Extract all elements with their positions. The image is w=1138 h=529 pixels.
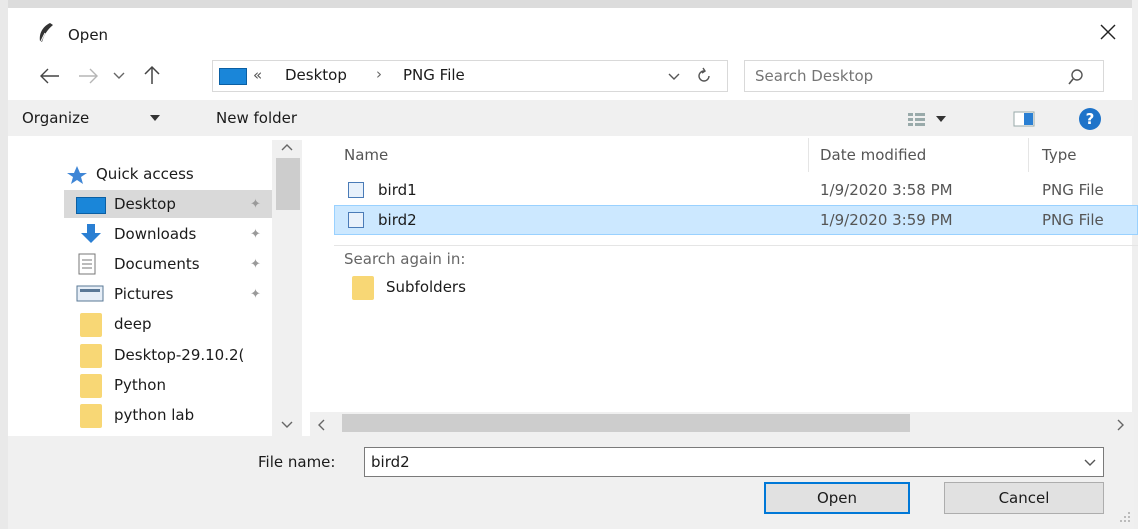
breadcrumb-separator-icon[interactable]: › [376,65,382,83]
breadcrumb-desktop[interactable]: Desktop [285,66,347,84]
file-name-label: File name: [258,453,336,471]
folder-icon [80,313,102,337]
address-bar[interactable]: « Desktop › PNG File [212,60,728,92]
desktop-icon [76,197,106,214]
pin-icon: ✦ [250,257,261,272]
folder-icon [80,374,102,398]
scroll-right-icon[interactable] [1116,418,1126,432]
download-icon [81,224,101,243]
resize-grip-icon[interactable] [1118,510,1132,524]
scroll-down-icon[interactable] [280,420,294,430]
forward-arrow-icon[interactable] [76,66,100,86]
folder-icon [80,344,102,368]
column-name-header[interactable]: Name [344,146,388,164]
pin-icon: ✦ [250,197,261,212]
sidebar-item-pictures[interactable]: Pictures [114,285,173,303]
png-file-icon [348,182,364,198]
sidebar-item-desktop-backup[interactable]: Desktop-29.10.2( [114,346,272,364]
pictures-icon [76,285,104,302]
refresh-icon[interactable] [695,67,713,85]
organize-button[interactable]: Organize [22,109,89,127]
file-name-combobox[interactable] [364,447,1104,477]
column-date-header[interactable]: Date modified [820,146,926,164]
subfolders-link[interactable]: Subfolders [386,278,466,296]
file-type: PNG File [1042,181,1104,199]
search-input[interactable] [755,65,1055,87]
sidebar-item-python[interactable]: Python [114,376,166,394]
folder-icon [80,404,102,428]
sidebar-scroll-thumb[interactable] [276,158,300,210]
documents-icon [78,253,96,275]
help-icon[interactable]: ? [1078,107,1102,131]
search-again-label: Search again in: [344,250,466,268]
back-arrow-icon[interactable] [38,66,62,86]
address-overflow[interactable]: « [253,66,262,84]
star-icon [67,166,87,184]
organize-dropdown-icon[interactable] [149,114,161,122]
recent-locations-chevron-icon[interactable] [112,70,126,82]
file-name: bird2 [378,211,417,229]
view-options-icon[interactable] [906,110,954,128]
sidebar-item-quick-access[interactable]: Quick access [96,165,194,183]
desktop-icon [219,68,247,85]
feather-icon [39,23,53,44]
png-file-icon [348,212,364,228]
pin-icon: ✦ [250,287,261,302]
window-frame-top [0,0,1138,8]
up-arrow-icon[interactable] [142,64,162,86]
file-name: bird1 [378,181,417,199]
window-frame-left [0,0,8,529]
scroll-left-icon[interactable] [316,418,326,432]
breadcrumb-png-file[interactable]: PNG File [403,66,465,84]
preview-pane-icon[interactable] [1012,109,1036,129]
column-type-header[interactable]: Type [1042,146,1076,164]
sidebar-item-downloads[interactable]: Downloads [114,225,196,243]
file-list-scroll-thumb[interactable] [342,414,910,432]
folder-icon [352,276,374,300]
file-name-dropdown-icon[interactable] [1083,457,1097,469]
file-date: 1/9/2020 3:59 PM [820,211,953,229]
table-row[interactable] [334,174,1138,204]
sidebar-item-label: Desktop [114,195,176,213]
column-divider[interactable] [808,138,809,172]
sidebar-item-deep[interactable]: deep [114,315,152,333]
open-button[interactable]: Open [764,482,910,514]
address-dropdown-icon[interactable] [667,71,681,83]
search-box[interactable] [744,60,1104,92]
cancel-button[interactable]: Cancel [944,482,1104,514]
svg-text:?: ? [1086,110,1095,128]
window-title: Open [68,26,109,44]
table-row-selected[interactable] [334,205,1138,235]
new-folder-button[interactable]: New folder [216,109,297,127]
file-date: 1/9/2020 3:58 PM [820,181,953,199]
close-icon[interactable] [1096,20,1120,44]
divider [334,245,1138,246]
search-icon[interactable] [1067,68,1085,86]
pin-icon: ✦ [250,227,261,242]
sidebar-item-documents[interactable]: Documents [114,255,200,273]
sidebar-item-python-lab[interactable]: python lab [114,406,194,424]
command-bar [8,100,1134,136]
file-name-input[interactable] [371,451,1061,473]
scroll-up-icon[interactable] [280,142,294,152]
file-type: PNG File [1042,211,1104,229]
column-divider[interactable] [1028,138,1029,172]
